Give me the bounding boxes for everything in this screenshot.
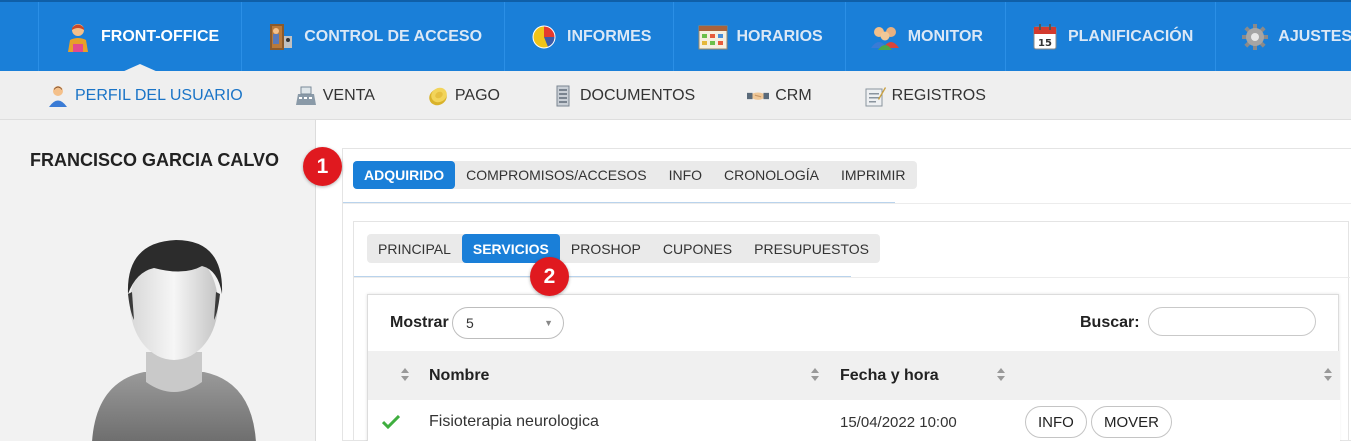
subnav-label: REGISTROS xyxy=(891,86,986,104)
divider xyxy=(343,203,1351,204)
mover-button[interactable]: MOVER xyxy=(1091,406,1173,438)
subnav-registros[interactable]: REGISTROS xyxy=(864,85,986,107)
service-name: Fisioterapia neurologica xyxy=(429,413,599,430)
sort-icon[interactable] xyxy=(996,367,1006,383)
main-tabs: ADQUIRIDO COMPROMISOS/ACCESOS INFO CRONO… xyxy=(353,161,917,189)
adquirido-panel: PRINCIPAL SERVICIOS PROSHOP CUPONES PRES… xyxy=(353,221,1350,441)
cash-register-icon xyxy=(295,85,317,107)
tab-compromisos-accesos[interactable]: COMPROMISOS/ACCESOS xyxy=(455,161,657,189)
receptionist-icon xyxy=(63,22,93,52)
sort-icon[interactable] xyxy=(810,367,820,383)
gear-icon xyxy=(1240,22,1270,52)
tab-cronologia[interactable]: CRONOLOGÍA xyxy=(713,161,830,189)
topnav-label: AJUSTES xyxy=(1278,27,1351,45)
top-nav-items: FRONT-OFFICE CONTROL DE ACCESO INFORMES … xyxy=(38,2,1351,72)
chevron-down-icon: ▼ xyxy=(544,318,553,328)
divider xyxy=(343,202,895,203)
handshake-icon xyxy=(747,85,770,107)
topnav-label: CONTROL DE ACCESO xyxy=(304,27,483,45)
show-entries-value: 5 xyxy=(466,315,474,331)
topnav-planificacion[interactable]: 15 PLANIFICACIÓN xyxy=(1006,2,1217,71)
subnav-label: PAGO xyxy=(454,86,500,104)
topnav-informes[interactable]: INFORMES xyxy=(505,2,675,71)
callout-marker-2: 2 xyxy=(530,257,569,296)
door-access-icon xyxy=(266,22,296,52)
column-header-nombre[interactable]: Nombre xyxy=(429,351,489,400)
search-label: Buscar: xyxy=(1080,314,1140,331)
user-profile-icon xyxy=(47,85,69,107)
calendar-icon: 15 xyxy=(1030,22,1060,52)
main-panel: ADQUIRIDO COMPROMISOS/ACCESOS INFO CRONO… xyxy=(342,148,1351,441)
user-sidebar: FRANCISCO GARCIA CALVO xyxy=(0,120,316,441)
topnav-ajustes[interactable]: AJUSTES xyxy=(1216,2,1351,71)
topnav-label: MONITOR xyxy=(907,27,983,45)
subnav-label: VENTA xyxy=(322,86,375,104)
pie-chart-icon xyxy=(529,22,559,52)
schedule-grid-icon xyxy=(698,22,728,52)
subnav-perfil-usuario[interactable]: PERFIL DEL USUARIO xyxy=(47,85,243,107)
users-group-icon xyxy=(870,22,900,52)
tab-imprimir[interactable]: IMPRIMIR xyxy=(830,161,917,189)
sort-icon[interactable] xyxy=(1323,367,1333,383)
topnav-horarios[interactable]: HORARIOS xyxy=(674,2,846,71)
subnav-label: DOCUMENTOS xyxy=(579,86,696,104)
tab-adquirido[interactable]: ADQUIRIDO xyxy=(353,161,456,189)
divider xyxy=(354,276,851,277)
avatar[interactable] xyxy=(84,232,264,441)
show-entries-select[interactable]: 5 ▼ xyxy=(452,307,564,339)
svg-text:15: 15 xyxy=(1038,38,1052,49)
subnav-label: PERFIL DEL USUARIO xyxy=(75,86,243,104)
table-header: Nombre Fecha y hora xyxy=(368,351,1340,400)
document-icon xyxy=(552,85,574,107)
coin-icon xyxy=(427,85,449,107)
sub-tabs: PRINCIPAL SERVICIOS PROSHOP CUPONES PRES… xyxy=(367,234,881,263)
subnav-venta[interactable]: VENTA xyxy=(295,85,375,107)
column-header-fecha-hora[interactable]: Fecha y hora xyxy=(840,351,939,400)
sub-navigation: PERFIL DEL USUARIO VENTA PAGO DOCUMENTOS… xyxy=(0,71,1351,120)
subnav-pago[interactable]: PAGO xyxy=(427,85,500,107)
tab-cupones[interactable]: CUPONES xyxy=(652,234,743,263)
tab-proshop[interactable]: PROSHOP xyxy=(560,234,652,263)
top-navigation: FRONT-OFFICE CONTROL DE ACCESO INFORMES … xyxy=(0,0,1351,72)
tab-info[interactable]: INFO xyxy=(658,161,713,189)
topnav-monitor[interactable]: MONITOR xyxy=(846,2,1006,71)
tab-presupuestos[interactable]: PRESUPUESTOS xyxy=(743,234,880,263)
topnav-front-office[interactable]: FRONT-OFFICE xyxy=(38,2,243,72)
notepad-icon xyxy=(864,85,886,107)
topnav-label: FRONT-OFFICE xyxy=(101,27,220,45)
check-icon xyxy=(382,400,400,441)
services-table: Mostrar 5 ▼ Buscar: Nombre Fecha y hora … xyxy=(367,294,1340,441)
topnav-label: INFORMES xyxy=(567,27,652,45)
service-datetime: 15/04/2022 10:00 xyxy=(840,413,957,431)
show-entries-label: Mostrar xyxy=(390,314,449,331)
subnav-documentos[interactable]: DOCUMENTOS xyxy=(552,85,695,107)
subnav-label: CRM xyxy=(775,86,812,104)
tab-principal[interactable]: PRINCIPAL xyxy=(367,234,462,263)
topnav-label: PLANIFICACIÓN xyxy=(1067,27,1194,45)
callout-marker-1: 1 xyxy=(303,147,342,186)
table-row: Fisioterapia neurologica 15/04/2022 10:0… xyxy=(368,400,1340,441)
info-button[interactable]: INFO xyxy=(1025,406,1087,438)
sort-icon[interactable] xyxy=(400,367,410,383)
search-input[interactable] xyxy=(1148,307,1316,336)
topnav-label: HORARIOS xyxy=(736,27,823,45)
user-name: FRANCISCO GARCIA CALVO xyxy=(30,150,279,170)
divider xyxy=(354,277,1350,278)
topnav-control-acceso[interactable]: CONTROL DE ACCESO xyxy=(242,2,506,71)
subnav-crm[interactable]: CRM xyxy=(747,85,812,107)
sub-nav-items: PERFIL DEL USUARIO VENTA PAGO DOCUMENTOS… xyxy=(47,71,1038,120)
